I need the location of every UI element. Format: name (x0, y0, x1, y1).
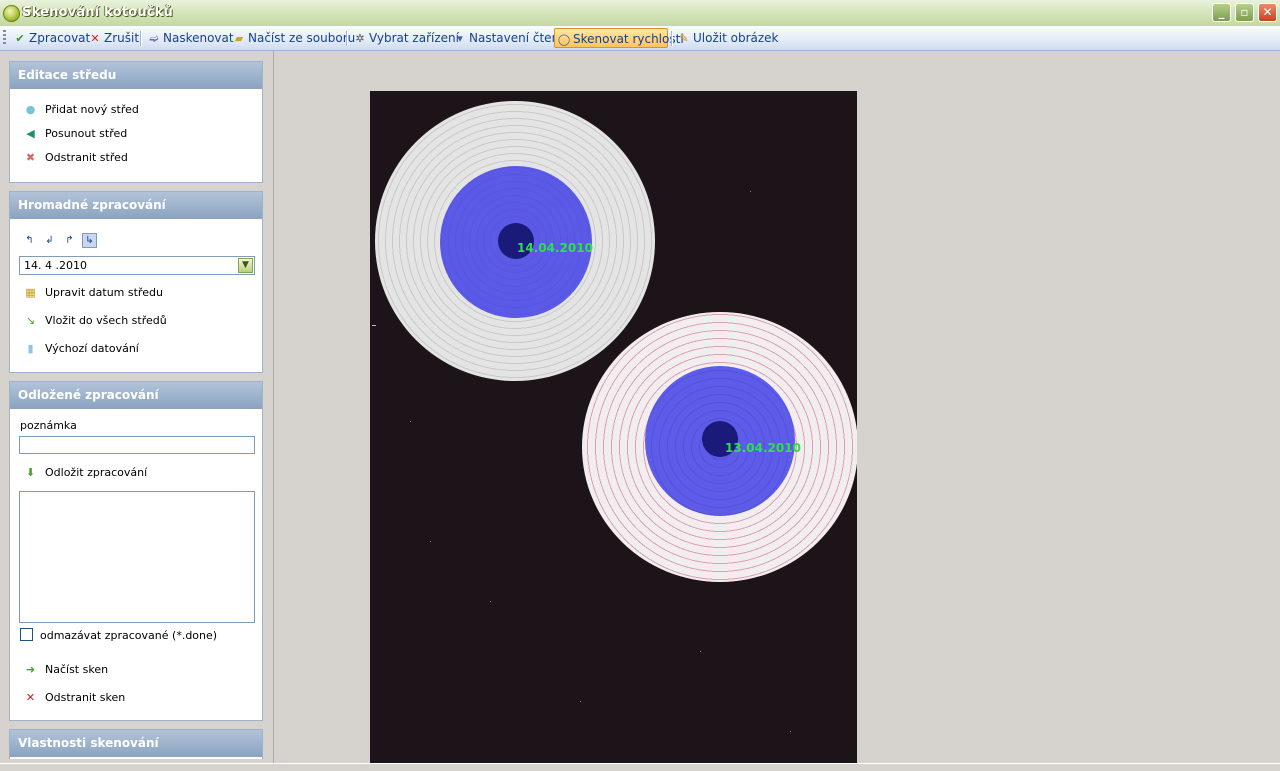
folder-icon: ▰ (234, 32, 244, 45)
save-image-button[interactable]: ✎ Uložit obrázek (675, 28, 778, 48)
arrow-down-right-icon[interactable]: ↳ (82, 233, 97, 248)
remove-center-link[interactable]: ✖ Odstranit střed (24, 149, 128, 167)
cross-icon: ✕ (25, 691, 36, 704)
save-icon: ✎ (679, 32, 689, 45)
disc-2-date: 13.04.2010 (725, 441, 801, 455)
panel-scan-properties: Vlastnosti skenování (9, 729, 263, 759)
settings-icon: ▾ (457, 32, 463, 45)
defer-processing-link[interactable]: ⬇ Odložit zpracování (24, 464, 147, 482)
device-icon: ✲ (355, 32, 365, 45)
disc-icon: ◯ (557, 33, 571, 46)
calendar-icon: ▦ (25, 286, 36, 299)
delete-done-option[interactable]: odmazávat zpracované (*.done) (20, 627, 217, 645)
scan-view[interactable]: 14.04.2010 13.04.2010 (274, 51, 1280, 763)
panel-deferred-processing: Odložené zpracování poznámka ⬇ Odložit zp… (9, 381, 263, 721)
add-center-link[interactable]: ● Přidat nový střed (24, 101, 139, 119)
date-arrow-group: ↰ ↲ ↱ ↳ (22, 233, 112, 249)
insert-arrow-icon: ↘ (25, 314, 36, 327)
cross-icon: ✕ (90, 32, 100, 45)
arrow-up-left-icon[interactable]: ↰ (22, 233, 37, 248)
remove-center-icon: ✖ (25, 151, 36, 164)
toolbar-separator (140, 31, 142, 46)
date-picker[interactable]: 14. 4 .2010 ▼ (19, 256, 255, 275)
toolbar: ✔ Zpracovat ✕ Zrušit ➫ Naskenovat ▰ Načíst z… (0, 26, 1280, 51)
panel-title[interactable]: Hromadné zpracování (10, 192, 262, 219)
note-input[interactable] (19, 436, 255, 454)
scan-button[interactable]: ➫ Naskenovat (145, 28, 233, 48)
arrow-down-left-icon[interactable]: ↲ (42, 233, 57, 248)
deferred-list[interactable] (19, 491, 255, 623)
read-settings-button[interactable]: ▾ Nastavení čtení (451, 28, 562, 48)
default-date-icon: ▮ (27, 342, 34, 355)
note-label: poznámka (20, 419, 77, 432)
load-from-file-button[interactable]: ▰ Načíst ze souboru (230, 28, 355, 48)
select-device-button[interactable]: ✲ Vybrat zařízení (351, 28, 459, 48)
add-center-icon: ● (25, 103, 36, 116)
tachograph-disc-2[interactable] (582, 312, 857, 582)
arrow-up-right-icon[interactable]: ↱ (62, 233, 77, 248)
down-arrow-icon: ⬇ (25, 466, 36, 479)
panel-title[interactable]: Odložené zpracování (10, 382, 262, 409)
minimize-button[interactable]: _ (1212, 3, 1231, 22)
panel-center-edit: Editace středu ● Přidat nový střed ◀ Posun… (9, 61, 263, 183)
scan-speeds-button[interactable]: ◯ Skenovat rychlosti (554, 28, 684, 48)
disc-1-date: 14.04.2010 (517, 241, 593, 255)
scanned-image[interactable]: 14.04.2010 13.04.2010 (370, 91, 857, 763)
cancel-button[interactable]: ✕ Zrušit (86, 28, 139, 48)
chevron-down-icon[interactable]: ▼ (238, 258, 253, 273)
left-pane: Editace středu ● Přidat nový střed ◀ Posun… (0, 51, 274, 763)
panel-title[interactable]: Editace středu (10, 62, 262, 89)
window-title: Skenování kotoučků (22, 5, 173, 20)
process-button[interactable]: ✔ Zpracovat (11, 28, 90, 48)
toolbar-grip[interactable] (3, 30, 6, 46)
move-center-icon: ◀ (26, 127, 35, 140)
delete-done-checkbox[interactable] (20, 628, 33, 641)
right-arrow-icon: ➜ (25, 663, 36, 676)
remove-scan-link[interactable]: ✕ Odstranit sken (24, 689, 125, 707)
move-center-link[interactable]: ◀ Posunout střed (24, 125, 127, 143)
scanner-icon: ➫ (149, 32, 159, 45)
tachograph-disc-1[interactable] (375, 101, 655, 381)
title-bar: Skenování kotoučků _ ▫ ✕ (0, 0, 1280, 27)
edit-center-date-link[interactable]: ▦ Upravit datum středu (24, 284, 163, 302)
load-scan-link[interactable]: ➜ Načíst sken (24, 661, 108, 679)
panel-bulk-processing: Hromadné zpracování ↰ ↲ ↱ ↳ 14. 4 .2010 … (9, 191, 263, 373)
app-icon (3, 5, 20, 22)
panel-title[interactable]: Vlastnosti skenování (10, 730, 262, 757)
checkmark-icon: ✔ (15, 32, 25, 45)
insert-all-centers-link[interactable]: ↘ Vložit do všech středů (24, 312, 167, 330)
close-button[interactable]: ✕ (1258, 3, 1277, 22)
toolbar-separator (671, 31, 673, 46)
toolbar-separator (346, 31, 348, 46)
default-dating-link[interactable]: ▮ Výchozí datování (24, 340, 138, 358)
maximize-button[interactable]: ▫ (1235, 3, 1254, 22)
